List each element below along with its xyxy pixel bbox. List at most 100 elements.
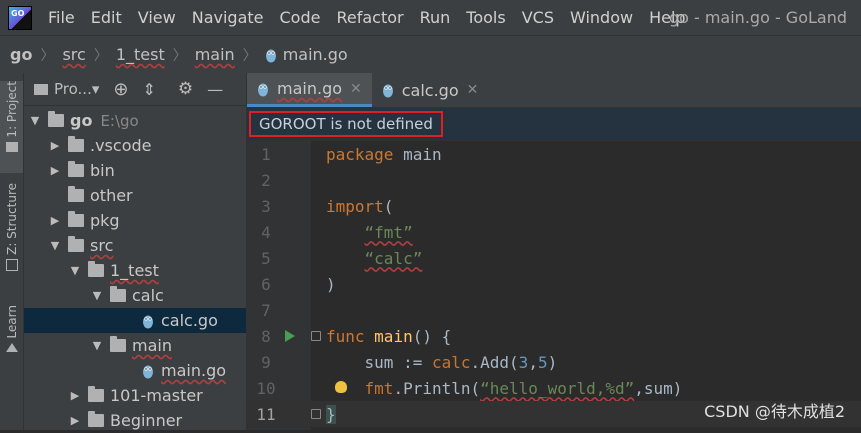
tree-item-pkg[interactable]: ▶ pkg: [24, 208, 246, 233]
tree-item-main-go[interactable]: main.go: [24, 358, 246, 383]
menu-edit[interactable]: Edit: [91, 8, 122, 27]
breadcrumb-src-label: src: [62, 45, 86, 64]
folder-icon: [5, 141, 18, 152]
tree-item-calc-go[interactable]: calc.go: [24, 308, 246, 333]
menu-file[interactable]: File: [48, 8, 75, 27]
breadcrumb-main[interactable]: main: [195, 45, 235, 64]
chevron-right-icon[interactable]: ▶: [68, 389, 82, 402]
menu-refactor[interactable]: Refactor: [336, 8, 403, 27]
tree-item-label: pkg: [90, 211, 120, 230]
menu-view[interactable]: View: [138, 8, 176, 27]
chevron-right-icon[interactable]: ▶: [68, 414, 82, 427]
locate-icon[interactable]: ⊕: [113, 79, 128, 100]
code-line: 8 func main() {: [247, 323, 861, 349]
minimize-icon[interactable]: —: [207, 80, 223, 99]
menu-code[interactable]: Code: [280, 8, 321, 27]
tree-item-label: main.go: [161, 361, 227, 380]
menu-vcs[interactable]: VCS: [522, 8, 554, 27]
tree-item-beginner[interactable]: ▶ Beginner: [24, 408, 246, 433]
line-number: 11: [256, 404, 276, 424]
breadcrumb-1-test[interactable]: 1_test: [116, 45, 165, 64]
structure-icon: [5, 258, 18, 271]
window-title: go - main.go - GoLand: [668, 8, 847, 27]
tab-project[interactable]: 1: Project: [0, 81, 23, 173]
tree-item-1-test[interactable]: ▼ 1_test: [24, 258, 246, 283]
line-number: 5: [261, 248, 271, 268]
line-number: 9: [261, 352, 271, 372]
chevron-down-icon[interactable]: ▼: [48, 239, 62, 252]
chevron-down-icon[interactable]: ▼: [90, 289, 104, 302]
breadcrumb-1-test-label: 1_test: [115, 45, 165, 64]
folder-icon: [110, 286, 126, 302]
breadcrumb-separator-icon: 〉: [40, 47, 55, 64]
gopher-file-icon: [382, 84, 393, 98]
tree-item-101-master[interactable]: ▶ 101-master: [24, 383, 246, 408]
folder-icon: [88, 261, 104, 277]
code-line: 5 “calc”: [247, 245, 861, 271]
chevron-down-icon[interactable]: ▼: [28, 114, 42, 127]
editor-tabs: main.go ✕ calc.go ✕: [247, 73, 861, 108]
chevron-right-icon[interactable]: ▶: [48, 164, 62, 177]
goroot-warning-banner: GOROOT is not defined: [247, 108, 861, 141]
code-line: 4 “fmt”: [247, 219, 861, 245]
menu-refactor-label: Refactor: [336, 8, 404, 27]
breadcrumb-main-go[interactable]: main.go: [265, 45, 348, 64]
tree-item-label: bin: [90, 161, 115, 180]
menu-navigate[interactable]: Navigate: [192, 8, 264, 27]
close-icon[interactable]: ✕: [467, 82, 479, 98]
code-text: “fmt”: [364, 222, 413, 242]
gopher-file-icon: [143, 365, 153, 378]
tab-structure[interactable]: Z: Structure: [0, 183, 23, 283]
menu-view-label: View: [137, 8, 176, 27]
project-view-dropdown[interactable]: Pro...▾: [54, 80, 99, 98]
close-icon[interactable]: ✕: [350, 81, 362, 97]
goroot-warning-text: GOROOT is not defined: [249, 111, 443, 137]
watermark: CSDN @待木成植2: [704, 402, 845, 421]
goland-logo-icon: GO: [8, 5, 32, 30]
tree-item-label: .vscode: [90, 136, 152, 155]
line-number: 1: [261, 144, 271, 164]
folder-icon: [68, 211, 84, 227]
line-number: 8: [261, 326, 271, 346]
folder-icon: [110, 336, 126, 352]
folder-icon: [48, 111, 64, 127]
tree-item-src[interactable]: ▼ src: [24, 233, 246, 258]
breadcrumb-main-label: main: [194, 45, 235, 64]
chevron-right-icon[interactable]: ▶: [48, 139, 62, 152]
code-text: “calc”: [364, 248, 423, 268]
chevron-down-icon[interactable]: ▼: [68, 264, 82, 277]
code-line: 2: [247, 167, 861, 193]
tab-main-go[interactable]: main.go ✕: [247, 73, 372, 107]
menu-window[interactable]: Window: [570, 8, 633, 27]
tree-item-main[interactable]: ▼ main: [24, 333, 246, 358]
breadcrumb-src[interactable]: src: [62, 45, 85, 64]
fold-icon[interactable]: [311, 331, 321, 341]
line-number: 3: [261, 196, 271, 216]
tree-item-vscode[interactable]: ▶ .vscode: [24, 133, 246, 158]
fold-icon[interactable]: [311, 409, 321, 419]
folder-icon: [88, 411, 104, 427]
line-number: 10: [256, 378, 276, 398]
folder-icon: [68, 161, 84, 177]
chevron-right-icon[interactable]: ▶: [48, 214, 62, 227]
tree-item-path: E:\go: [100, 111, 139, 130]
tree-item-go[interactable]: ▼ go E:\go: [24, 108, 246, 133]
tree-item-label: other: [90, 186, 133, 205]
menu-run[interactable]: Run: [420, 8, 451, 27]
tab-calc-go[interactable]: calc.go ✕: [372, 73, 489, 107]
menu-tools[interactable]: Tools: [466, 8, 505, 27]
breadcrumb-go-label: go: [10, 45, 33, 64]
chevron-down-icon[interactable]: ▼: [90, 339, 104, 352]
tree-item-bin[interactable]: ▶ bin: [24, 158, 246, 183]
run-icon[interactable]: [285, 330, 295, 342]
code-line: 9 sum := calc.Add(3,5): [247, 349, 861, 375]
collapse-all-icon[interactable]: ⇕: [142, 80, 155, 99]
gear-icon[interactable]: ⚙: [178, 79, 193, 99]
tree-item-calc[interactable]: ▼ calc: [24, 283, 246, 308]
tree-item-other[interactable]: other: [24, 183, 246, 208]
code-line: 1 package main: [247, 141, 861, 167]
tab-learn[interactable]: Learn: [0, 305, 23, 365]
breadcrumb-go[interactable]: go: [10, 45, 32, 64]
code-line: 7: [247, 297, 861, 323]
project-view-folder-icon: [34, 83, 48, 95]
